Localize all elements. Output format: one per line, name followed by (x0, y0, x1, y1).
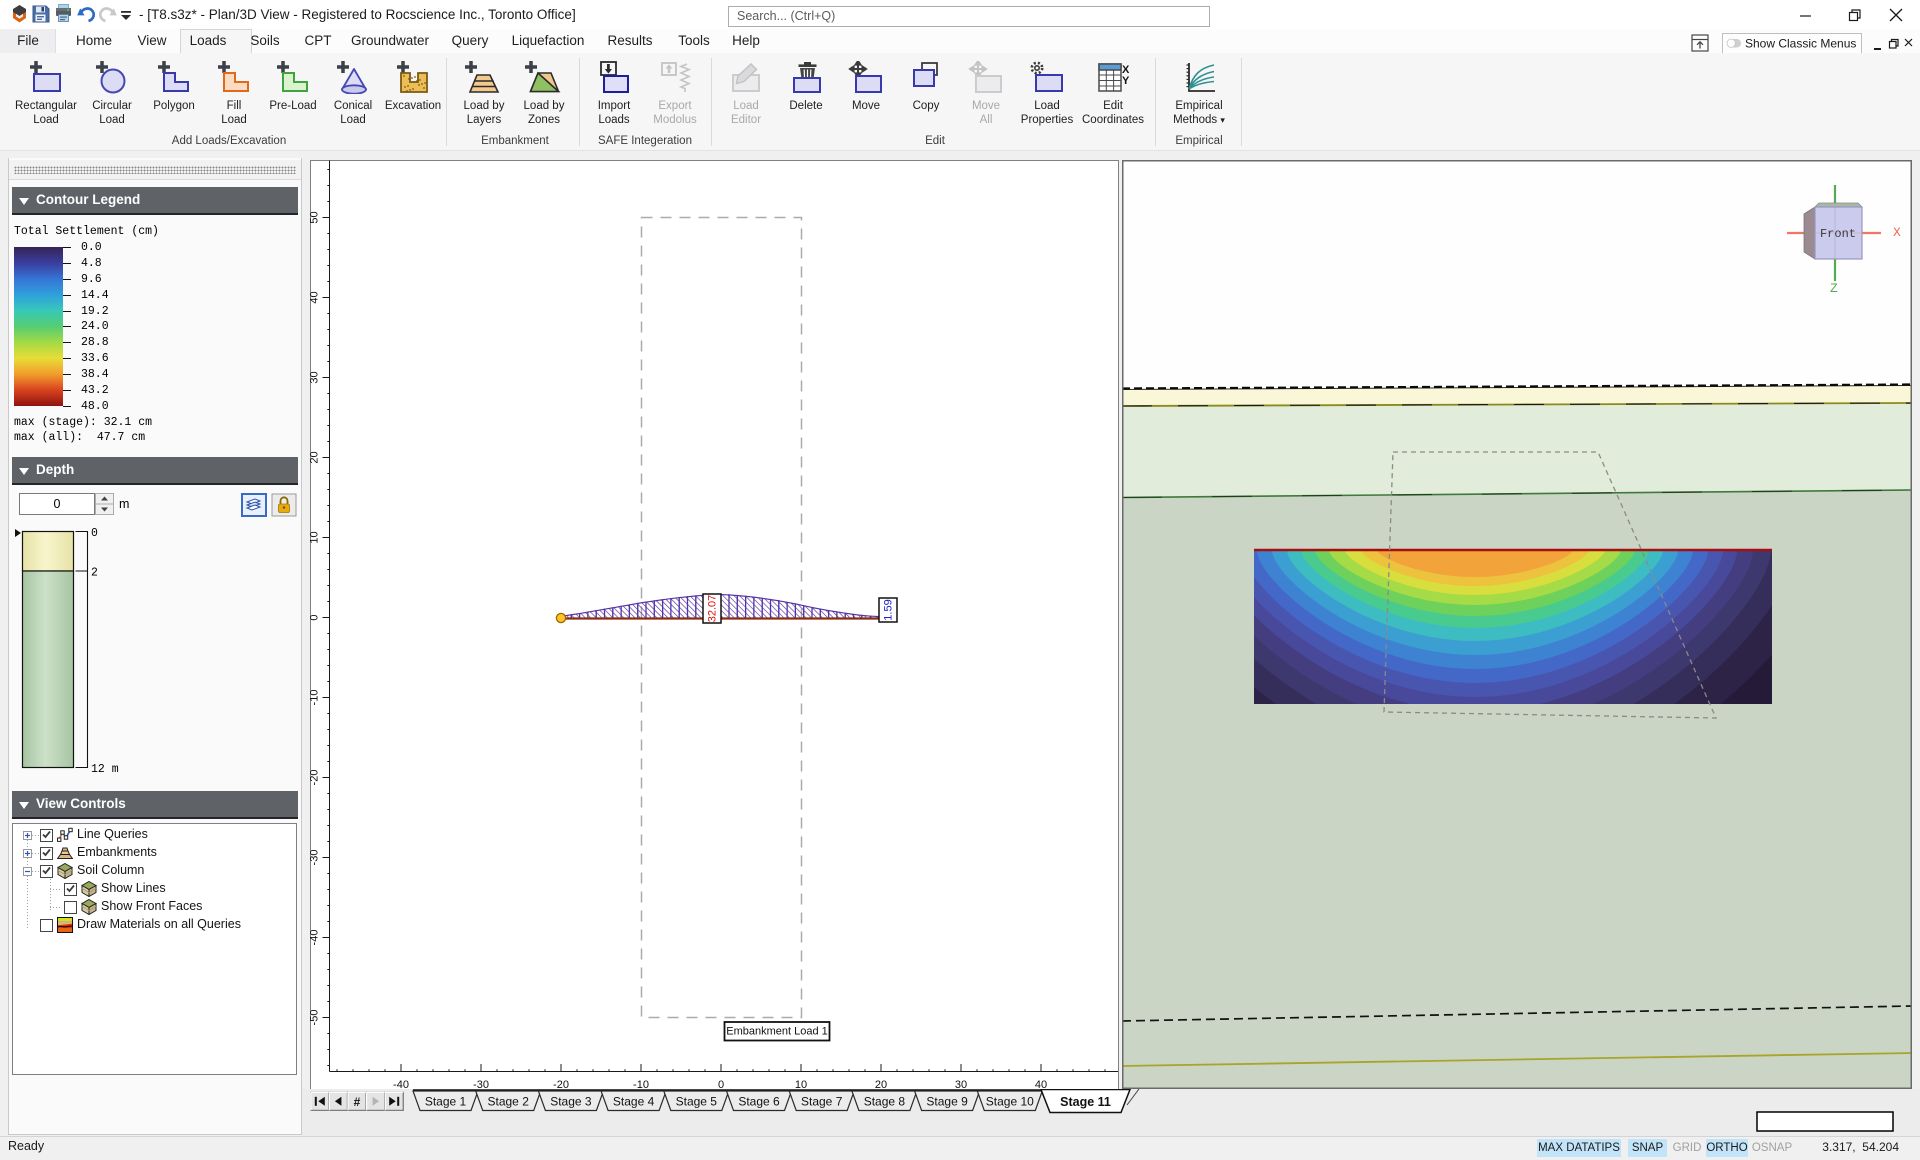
svg-text:Embankment Load 1: Embankment Load 1 (726, 1026, 828, 1038)
svg-text:0: 0 (91, 527, 98, 540)
svg-text:#: # (354, 1095, 361, 1109)
svg-text:-30: -30 (310, 850, 321, 866)
svg-text:Stage 10: Stage 10 (986, 1095, 1034, 1109)
svg-text:Stage 2: Stage 2 (488, 1095, 530, 1109)
svg-text:-40: -40 (310, 930, 321, 946)
svg-text:30: 30 (310, 371, 321, 383)
svg-text:Stage 4: Stage 4 (613, 1095, 655, 1109)
svg-text:Show Classic Menus: Show Classic Menus (1745, 37, 1856, 51)
svg-text:Stage 8: Stage 8 (864, 1095, 906, 1109)
svg-text:Stage 1: Stage 1 (425, 1095, 467, 1109)
svg-text:-20: -20 (310, 770, 321, 786)
svg-text:Stage 3: Stage 3 (550, 1095, 592, 1109)
svg-text:-10: -10 (310, 690, 321, 706)
svg-text:Y: Y (1122, 75, 1130, 87)
svg-text:50: 50 (310, 211, 321, 223)
svg-text:Stage 7: Stage 7 (801, 1095, 843, 1109)
svg-text:12 m: 12 m (91, 763, 119, 776)
svg-text:-50: -50 (310, 1010, 321, 1026)
svg-text:X: X (1893, 225, 1901, 240)
svg-text:20: 20 (310, 451, 321, 463)
svg-text:Stage 5: Stage 5 (676, 1095, 718, 1109)
svg-text:Z: Z (1830, 281, 1838, 296)
svg-text:1.59: 1.59 (883, 599, 895, 620)
svg-text:Stage 11: Stage 11 (1060, 1095, 1111, 1109)
svg-text:Stage 6: Stage 6 (738, 1095, 780, 1109)
svg-text:40: 40 (310, 291, 321, 303)
svg-text:0: 0 (310, 614, 321, 620)
svg-text:2: 2 (91, 567, 98, 580)
svg-text:32.07: 32.07 (707, 595, 719, 623)
svg-text:Front: Front (1820, 227, 1856, 241)
svg-text:10: 10 (310, 531, 321, 543)
svg-text:Stage 9: Stage 9 (926, 1095, 968, 1109)
